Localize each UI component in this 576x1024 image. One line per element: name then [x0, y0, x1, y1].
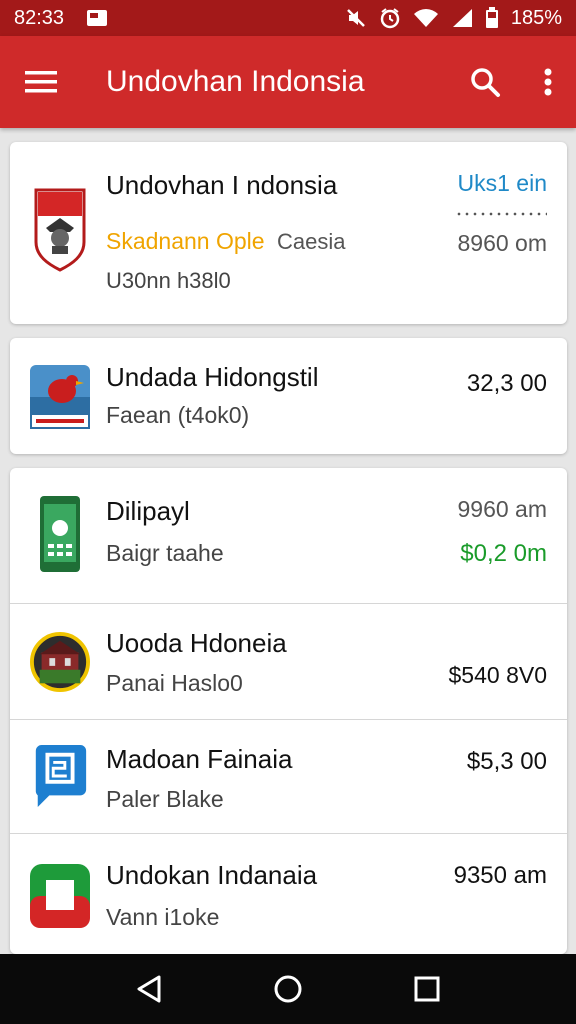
list-group: Dilipayl Baigr taahe 9960 am $0,2 0m Uoo… [10, 468, 567, 954]
back-button[interactable] [119, 959, 179, 1019]
item-title: Undokan Indanaia [106, 860, 318, 890]
item-subtitle: Paler Blake [106, 786, 224, 812]
item-subtitle-accent: Skadnann Ople [106, 228, 265, 254]
wifi-icon [413, 8, 439, 28]
home-button[interactable] [258, 959, 318, 1019]
item-title: Undada Hidongstil [106, 362, 319, 392]
list-item[interactable]: Undokan Indanaia Vann i1oke 9350 am [10, 834, 567, 954]
system-nav-bar [0, 954, 576, 1024]
notification-icon [86, 9, 108, 27]
flag-icon [30, 854, 90, 938]
list-item[interactable]: Dilipayl Baigr taahe 9960 am $0,2 0m [10, 468, 567, 604]
item-title: Madoan Fainaia [106, 744, 293, 774]
menu-button[interactable] [0, 36, 82, 128]
item-right: 32,3 00 [466, 370, 547, 397]
signal-icon [451, 8, 473, 28]
mute-icon [345, 7, 367, 29]
item-right-top: 9960 am [457, 496, 547, 522]
item-right: 9350 am [453, 862, 547, 889]
back-icon [137, 975, 161, 1003]
phone-icon [30, 492, 90, 576]
item-subtitle: Panai Haslo0 [106, 670, 243, 696]
recents-button[interactable] [397, 959, 457, 1019]
list-item[interactable]: Madoan Fainaia Paler Blake $5,3 00 [10, 720, 567, 834]
home-icon [274, 975, 302, 1003]
item-right-bottom: 8960 om [457, 230, 547, 256]
item-right-top: Uks1 ein [457, 170, 547, 196]
item-title: Uooda Hdoneia [106, 628, 287, 658]
list-item[interactable]: Uooda Hdoneia Panai Haslo0 $540 8V0 [10, 604, 567, 720]
recents-icon [414, 976, 440, 1002]
house-icon [30, 620, 90, 704]
battery-icon [485, 7, 499, 29]
list-item[interactable]: Undovhan I ndonsia Skadnann Ople Caesia … [10, 142, 567, 324]
bird-icon [30, 356, 90, 440]
item-subtitle-rest: Caesia [276, 229, 346, 254]
item-subtitle: Skadnann Ople Caesia [106, 228, 345, 255]
item-subtitle: Faean (t4ok0) [106, 402, 250, 428]
menu-icon [25, 71, 57, 93]
dots-divider [455, 212, 547, 216]
item-right: $5,3 00 [466, 748, 547, 775]
alarm-icon [379, 7, 401, 29]
item-subtitle-secondary: U30nn h38l0 [106, 268, 231, 293]
shield-crest-icon [30, 188, 90, 274]
status-bar: 82:33 185% [0, 0, 576, 36]
content-list: Undovhan I ndonsia Skadnann Ople Caesia … [0, 128, 576, 954]
list-item[interactable]: Undada Hidongstil Faean (t4ok0) 32,3 00 [10, 338, 567, 454]
item-title: Undovhan I ndonsia [106, 170, 338, 200]
item-subtitle: Vann i1oke [106, 904, 220, 930]
app-bar: Undovhan Indonsia [0, 36, 576, 128]
search-button[interactable] [450, 36, 520, 128]
more-vert-icon [544, 68, 552, 96]
item-title: Dilipayl [106, 496, 190, 526]
item-subtitle: Baigr taahe [106, 540, 224, 566]
more-options-button[interactable] [520, 36, 576, 128]
item-right: $540 8V0 [448, 662, 547, 688]
status-time: 82:33 [14, 6, 65, 29]
chat-icon [30, 734, 90, 818]
battery-percent: 185% [510, 6, 562, 29]
item-right-bottom: $0,2 0m [460, 540, 547, 567]
app-title: Undovhan Indonsia [106, 65, 365, 98]
search-icon [471, 68, 500, 97]
